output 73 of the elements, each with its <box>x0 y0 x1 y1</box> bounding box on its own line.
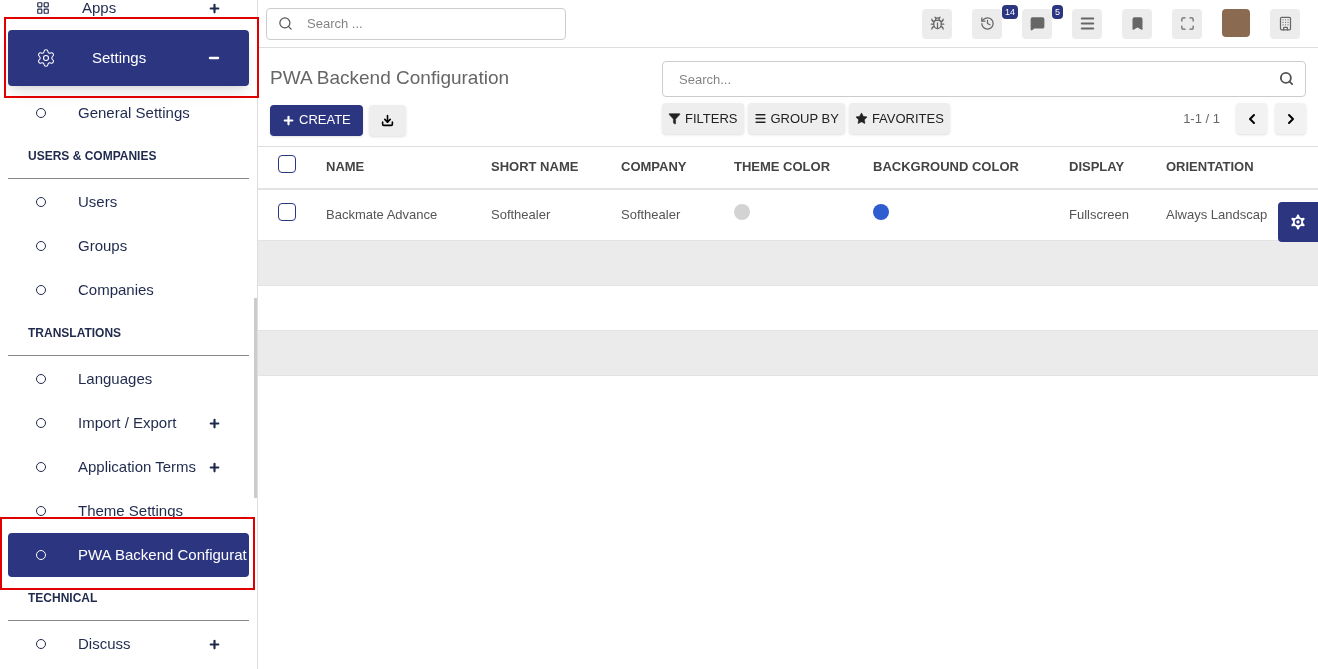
filter-button[interactable]: GROUP BY <box>747 103 845 134</box>
plus-icon <box>282 113 295 127</box>
table-cell-text: Always Landscap <box>1166 205 1268 224</box>
section-label: TRANSLATIONS <box>8 326 249 356</box>
bug-button[interactable] <box>922 8 952 39</box>
history-button[interactable] <box>972 8 1002 39</box>
menu-icon <box>1078 15 1096 32</box>
create-button[interactable]: CREATE <box>270 104 363 136</box>
column-header[interactable]: NAME <box>326 157 491 177</box>
scrollbar[interactable] <box>254 298 257 498</box>
plus-icon <box>208 460 221 474</box>
checkbox[interactable] <box>278 202 296 221</box>
menu-item[interactable]: Import / Export <box>8 401 249 445</box>
menu-item[interactable]: PWA Backend Configurat <box>8 533 249 577</box>
building-button[interactable] <box>1270 8 1300 39</box>
gear-icon <box>1288 211 1308 232</box>
fullscreen-icon <box>1179 16 1195 31</box>
settings-button[interactable] <box>1278 201 1318 242</box>
fullscreen-button[interactable] <box>1172 8 1202 39</box>
search-icon <box>278 15 293 31</box>
gear-icon <box>36 48 56 68</box>
menu-item[interactable]: Theme Settings <box>8 489 249 533</box>
menu-item[interactable]: Companies <box>8 268 249 312</box>
column-header[interactable]: THEME COLOR <box>734 157 873 177</box>
column-header[interactable]: DISPLAY <box>1069 157 1166 177</box>
filter-button[interactable]: FAVORITES <box>848 103 950 134</box>
grid-icon <box>36 1 50 15</box>
next-button[interactable] <box>1275 103 1306 134</box>
count-badge: 14 <box>1002 4 1018 19</box>
star-icon <box>854 112 868 125</box>
plus-icon <box>208 1 221 15</box>
menu-item[interactable]: Groups <box>8 224 249 268</box>
filter-button[interactable]: FILTERS <box>662 103 744 134</box>
menu-item[interactable]: Users <box>8 180 249 224</box>
menu-item[interactable]: Settings <box>8 30 249 86</box>
menu-item[interactable]: Application Terms <box>8 445 249 489</box>
column-header[interactable]: ORIENTATION <box>1166 157 1298 177</box>
column-header[interactable]: BACKGROUND COLOR <box>873 157 1069 177</box>
plus-icon <box>208 637 221 651</box>
funnel-icon <box>668 112 681 125</box>
page-title: PWA Backend Configuration <box>270 66 511 90</box>
bug-icon <box>929 16 945 31</box>
column-header[interactable]: COMPANY <box>621 157 734 177</box>
menu-item[interactable]: Languages <box>8 357 249 401</box>
clock-icon <box>979 16 995 31</box>
column-header[interactable]: SHORT NAME <box>491 157 621 177</box>
menu-item[interactable]: General Settings <box>8 91 249 135</box>
table-cell-text: Softhealer <box>491 205 552 224</box>
menu-button[interactable] <box>1072 8 1102 39</box>
table-cell-text: Softhealer <box>621 205 682 224</box>
chat-button[interactable] <box>1022 8 1052 39</box>
section-label: TECHNICAL <box>8 591 249 621</box>
list-icon <box>753 112 767 125</box>
table-cell-text: Fullscreen <box>1069 205 1130 224</box>
section-label: USERS & COMPANIES <box>8 149 249 179</box>
bookmark-icon <box>1129 16 1145 31</box>
download-button[interactable] <box>368 104 406 136</box>
menu-item[interactable]: Apps <box>8 0 249 16</box>
bookmark-button[interactable] <box>1122 8 1152 39</box>
download-icon <box>380 113 394 127</box>
search-field[interactable]: Search ... <box>266 7 566 40</box>
previous-button[interactable] <box>1236 103 1267 134</box>
menu-item[interactable]: Discuss <box>8 622 249 666</box>
chat-icon <box>1029 16 1045 31</box>
count-badge: 5 <box>1052 4 1063 19</box>
search-field[interactable]: Search... <box>662 61 1306 97</box>
building-icon <box>1277 16 1293 31</box>
avatar[interactable] <box>1222 8 1250 37</box>
plus-icon <box>208 416 221 430</box>
pager-text: 1-1 / 1 <box>1183 109 1220 128</box>
search-icon <box>1279 71 1294 86</box>
table-cell-text: Backmate Advance <box>326 205 439 224</box>
checkbox[interactable] <box>278 155 296 174</box>
